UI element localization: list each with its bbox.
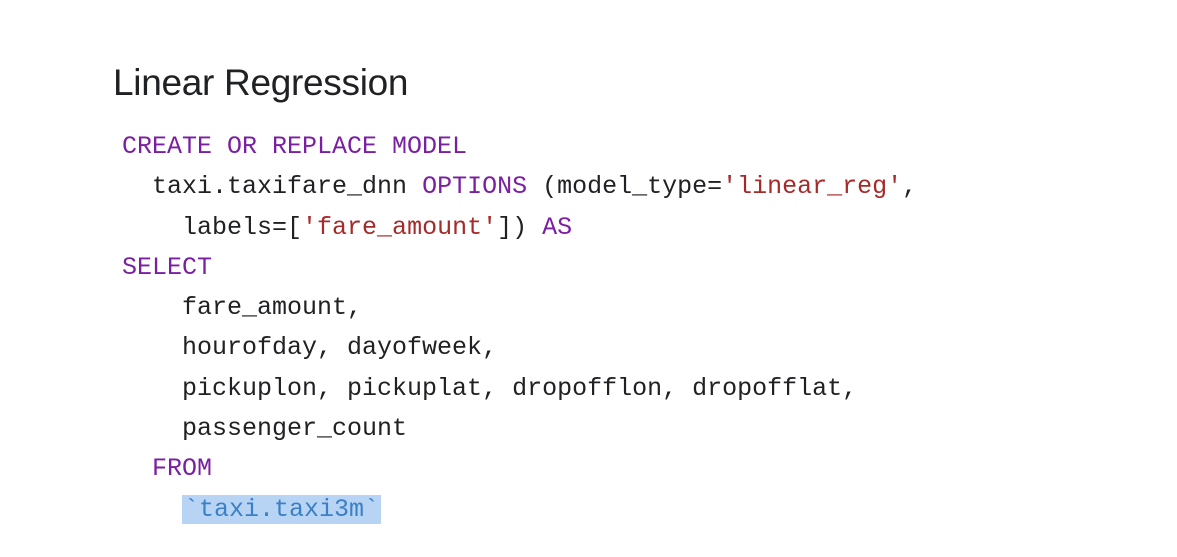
code-line-8: passenger_count: [122, 409, 917, 449]
code-text: ]): [497, 212, 543, 242]
code-text: ,: [902, 172, 918, 202]
string-literal: 'linear_reg': [722, 172, 903, 202]
table-name-highlight: `taxi.taxi3m`: [182, 494, 382, 524]
code-text: passenger_count: [182, 414, 408, 444]
code-line-2: taxi.taxifare_dnn OPTIONS (model_type='l…: [122, 167, 917, 207]
keyword: SELECT: [122, 252, 213, 282]
code-text: pickuplon, pickuplat, dropofflon, dropof…: [182, 373, 858, 403]
code-text: hourofday, dayofweek,: [182, 333, 498, 363]
keyword: CREATE OR REPLACE MODEL: [122, 132, 468, 161]
code-line-5: fare_amount,: [122, 288, 917, 328]
code-text: labels=[: [182, 212, 303, 242]
string-literal: 'fare_amount': [302, 212, 498, 242]
sql-code-block: CREATE OR REPLACE MODEL taxi.taxifare_dn…: [122, 127, 917, 530]
keyword: AS: [542, 212, 573, 242]
code-line-9: FROM: [122, 449, 917, 489]
keyword: FROM: [152, 454, 213, 484]
code-line-1: CREATE OR REPLACE MODEL: [122, 127, 917, 167]
slide: Linear Regression CREATE OR REPLACE MODE…: [0, 0, 1177, 557]
code-text: (model_type=: [527, 172, 723, 202]
code-text: fare_amount,: [182, 293, 363, 323]
code-line-3: labels=['fare_amount']) AS: [122, 208, 917, 248]
keyword: OPTIONS: [422, 172, 528, 202]
code-line-6: hourofday, dayofweek,: [122, 328, 917, 368]
code-text: taxi.taxifare_dnn: [152, 172, 423, 202]
code-line-10: `taxi.taxi3m`: [122, 490, 917, 530]
slide-title: Linear Regression: [113, 62, 409, 103]
code-line-7: pickuplon, pickuplat, dropofflon, dropof…: [122, 369, 917, 409]
code-line-4: SELECT: [122, 248, 917, 288]
